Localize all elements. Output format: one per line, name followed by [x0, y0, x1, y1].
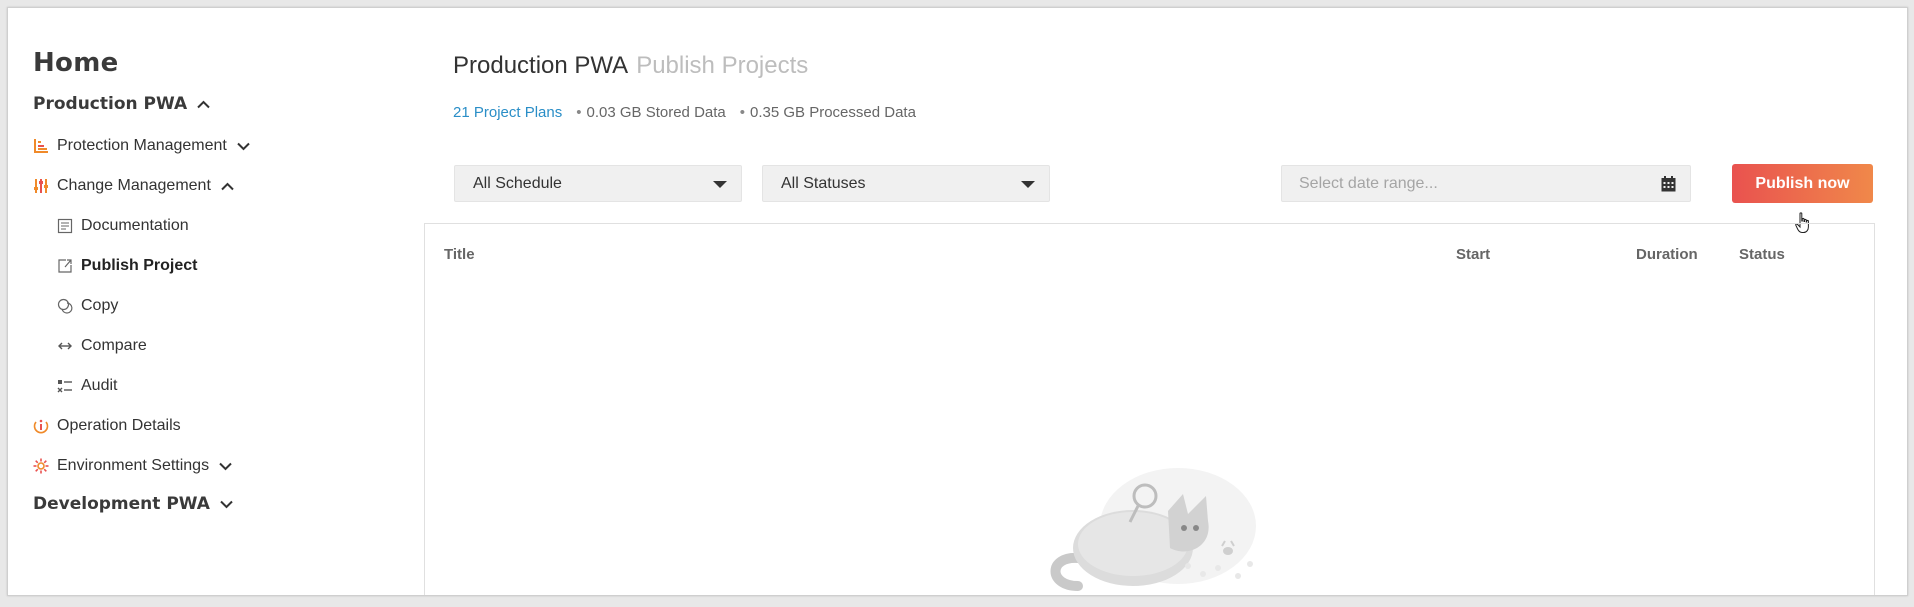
- chevron-down-icon: [220, 494, 233, 514]
- page-title: Production PWA Publish Projects: [453, 52, 808, 80]
- page-subtitle: Publish Projects: [636, 52, 809, 79]
- env-development-pwa[interactable]: Development PWA: [33, 494, 233, 514]
- page-title-main: Production PWA: [453, 52, 629, 79]
- sidebar-item-protection-management[interactable]: Protection Management: [33, 134, 250, 158]
- info-icon: [33, 418, 49, 434]
- copy-label: Copy: [81, 297, 119, 314]
- home-link[interactable]: Home: [33, 48, 119, 78]
- compare-arrows-icon: [57, 338, 73, 354]
- sidebar-item-operation-details[interactable]: Operation Details: [33, 414, 181, 438]
- processed-data-value: 0.35 GB Processed Data: [750, 104, 916, 121]
- sidebar-item-copy[interactable]: Copy: [57, 294, 118, 318]
- column-header-start[interactable]: Start: [1456, 246, 1490, 263]
- app-window: Home Production PWA Protection Managemen…: [7, 7, 1908, 596]
- chevron-up-icon: [221, 182, 234, 191]
- compare-label: Compare: [81, 337, 147, 354]
- project-plans-link[interactable]: 21 Project Plans: [453, 104, 562, 121]
- stored-data-value: 0.03 GB Stored Data: [586, 104, 726, 121]
- sidebar-item-compare[interactable]: Compare: [57, 334, 147, 358]
- column-header-status[interactable]: Status: [1739, 246, 1785, 263]
- chevron-up-icon: [197, 94, 210, 114]
- schedule-select-value: All Schedule: [473, 174, 562, 192]
- column-header-duration[interactable]: Duration: [1636, 246, 1698, 263]
- env-production-pwa[interactable]: Production PWA: [33, 94, 210, 114]
- sidebar-item-change-management[interactable]: Change Management: [33, 174, 234, 198]
- calendar-icon[interactable]: [1661, 176, 1676, 197]
- gear-icon: [33, 458, 49, 474]
- chevron-down-icon: [237, 142, 250, 151]
- env-development-label: Development PWA: [33, 494, 210, 514]
- sidebar: Home Production PWA Protection Managemen…: [8, 8, 428, 595]
- copy-icon: [57, 298, 73, 314]
- document-icon: [57, 218, 73, 234]
- protection-label: Protection Management: [57, 137, 227, 154]
- sliders-icon: [33, 178, 49, 194]
- date-range-input[interactable]: Select date range...: [1281, 165, 1691, 202]
- environment-label: Environment Settings: [57, 457, 210, 474]
- sidebar-item-environment-settings[interactable]: Environment Settings: [33, 454, 232, 478]
- sidebar-item-publish-project[interactable]: Publish Project: [57, 254, 197, 278]
- caret-down-icon: [1021, 181, 1035, 188]
- publish-project-label: Publish Project: [81, 257, 198, 274]
- publish-now-button[interactable]: Publish now: [1732, 164, 1873, 203]
- stored-data-stat: 0.03 GB Stored Data: [576, 104, 726, 121]
- publish-icon: [57, 258, 73, 274]
- sidebar-item-documentation[interactable]: Documentation: [57, 214, 189, 238]
- env-production-label: Production PWA: [33, 94, 188, 114]
- stats-bar: 21 Project Plans 0.03 GB Stored Data 0.3…: [453, 104, 916, 121]
- processed-data-stat: 0.35 GB Processed Data: [740, 104, 916, 121]
- audit-label: Audit: [81, 377, 118, 394]
- schedule-select[interactable]: All Schedule: [454, 165, 742, 202]
- column-header-title[interactable]: Title: [444, 246, 475, 263]
- operation-label: Operation Details: [57, 417, 181, 434]
- audit-icon: [57, 378, 73, 394]
- sidebar-item-audit[interactable]: Audit: [57, 374, 117, 398]
- chevron-down-icon: [219, 462, 232, 471]
- documentation-label: Documentation: [81, 217, 189, 234]
- bar-chart-icon: [33, 138, 49, 154]
- caret-down-icon: [713, 181, 727, 188]
- status-select-value: All Statuses: [781, 174, 866, 192]
- empty-state-cat-illustration: [1038, 466, 1268, 595]
- status-select[interactable]: All Statuses: [762, 165, 1050, 202]
- date-range-placeholder: Select date range...: [1299, 174, 1438, 192]
- change-label: Change Management: [57, 177, 211, 194]
